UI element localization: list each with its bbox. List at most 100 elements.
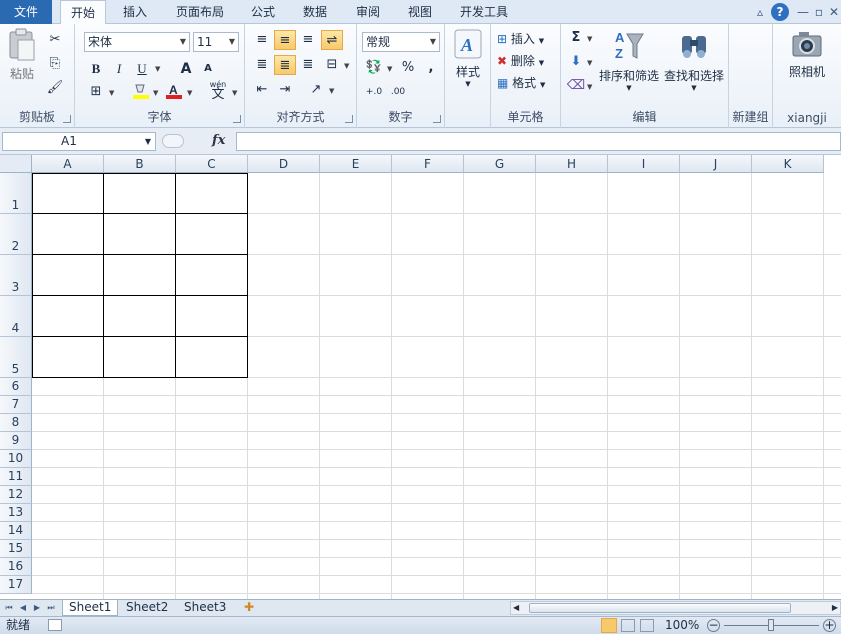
tab-data[interactable]: 数据 [295, 0, 335, 24]
row-header-10[interactable]: 10 [0, 450, 32, 468]
insert-sheet-icon[interactable]: ✚ [238, 600, 260, 616]
decrease-indent-icon[interactable]: ⇤ [251, 80, 273, 100]
column-header-a[interactable]: A [32, 155, 104, 173]
merge-center-icon[interactable]: ⊟ [321, 55, 343, 75]
cell-b4[interactable] [104, 296, 176, 337]
insert-function-icon[interactable]: fx [212, 133, 225, 148]
row-header-3[interactable]: 3 [0, 255, 32, 296]
row-header-15[interactable]: 15 [0, 540, 32, 558]
last-sheet-icon[interactable]: ⏭ [45, 602, 57, 614]
row-header-1[interactable]: 1 [0, 173, 32, 214]
copy-icon[interactable]: ⎘ [44, 54, 66, 74]
horizontal-scroll-thumb[interactable] [529, 603, 791, 613]
page-break-view-icon[interactable] [640, 619, 654, 632]
cell-a3[interactable] [32, 255, 104, 296]
borders-icon[interactable]: ⊞ [85, 82, 107, 102]
comma-button[interactable]: , [420, 58, 442, 78]
align-right-icon[interactable]: ≣ [297, 55, 319, 75]
tab-file[interactable]: 文件 [0, 0, 52, 24]
collapse-ribbon-icon[interactable]: ▵ [751, 3, 769, 21]
scroll-left-icon[interactable]: ◀ [513, 602, 519, 614]
row-header-11[interactable]: 11 [0, 468, 32, 486]
align-center-icon[interactable]: ≣ [274, 55, 296, 75]
tab-page-layout[interactable]: 页面布局 [165, 0, 235, 24]
italic-button[interactable]: I [108, 59, 130, 79]
cell-a1[interactable] [32, 173, 104, 214]
number-launcher-icon[interactable] [433, 115, 441, 123]
sort-filter-button[interactable]: A Z 排序和筛选 ▼ [597, 28, 661, 92]
cell-b5[interactable] [104, 337, 176, 378]
camera-button[interactable]: 照相机 [777, 28, 837, 80]
orientation-icon[interactable]: ↗ [305, 80, 327, 100]
close-icon[interactable]: ✕ [825, 3, 841, 21]
row-header-5[interactable]: 5 [0, 337, 32, 378]
next-sheet-icon[interactable]: ▶ [31, 602, 43, 614]
sheet-tab-sheet1[interactable]: Sheet1 [62, 600, 119, 616]
underline-button[interactable]: U [131, 59, 153, 79]
formula-splitter-handle[interactable] [162, 134, 184, 148]
currency-icon[interactable]: 💱 [363, 58, 385, 78]
name-box[interactable]: A1 ▼ [2, 132, 156, 151]
tab-home[interactable]: 开始 [60, 0, 106, 25]
tab-developer[interactable]: 开发工具 [450, 0, 518, 24]
tab-insert[interactable]: 插入 [112, 0, 158, 24]
tab-view[interactable]: 视图 [400, 0, 440, 24]
row-header-6[interactable]: 6 [0, 378, 32, 396]
row-header-12[interactable]: 12 [0, 486, 32, 504]
format-cells-button[interactable]: ▦ 格式 ▼ [497, 74, 545, 91]
column-header-k[interactable]: K [752, 155, 824, 173]
tab-formulas[interactable]: 公式 [243, 0, 283, 24]
column-header-i[interactable]: I [608, 155, 680, 173]
row-header-13[interactable]: 13 [0, 504, 32, 522]
row-header-7[interactable]: 7 [0, 396, 32, 414]
phonetic-guide-button[interactable]: wén 文 [205, 80, 231, 101]
help-icon[interactable]: ? [771, 3, 789, 21]
select-all-corner[interactable] [0, 155, 32, 173]
font-launcher-icon[interactable] [233, 115, 241, 123]
cell-c2[interactable] [176, 214, 248, 255]
macro-record-icon[interactable] [48, 619, 62, 631]
sheet-tab-sheet3[interactable]: Sheet3 [178, 600, 232, 616]
font-name-dropdown[interactable]: 宋体 ▼ [84, 32, 190, 52]
font-size-dropdown[interactable]: 11 ▼ [193, 32, 239, 52]
column-header-c[interactable]: C [176, 155, 248, 173]
align-middle-icon[interactable]: ≡ [274, 30, 296, 50]
align-top-icon[interactable]: ≡ [251, 30, 273, 50]
prev-sheet-icon[interactable]: ◀ [17, 602, 29, 614]
first-sheet-icon[interactable]: ⏮ [3, 602, 15, 614]
normal-view-icon[interactable] [601, 618, 617, 633]
cell-b1[interactable] [104, 173, 176, 214]
fill-color-icon[interactable] [130, 82, 152, 102]
alignment-launcher-icon[interactable] [345, 115, 353, 123]
styles-button[interactable]: A 样式 ▼ [449, 28, 487, 96]
cell-b3[interactable] [104, 255, 176, 296]
zoom-slider-thumb[interactable] [768, 619, 774, 631]
shrink-font-button[interactable]: A [197, 59, 219, 79]
bold-button[interactable]: B [85, 59, 107, 79]
column-header-h[interactable]: H [536, 155, 608, 173]
paste-button[interactable]: 粘贴 [4, 28, 40, 88]
format-painter-icon[interactable]: 🖌 [44, 78, 66, 98]
row-header-16[interactable]: 16 [0, 558, 32, 576]
increase-decimal-icon[interactable]: +.0 [363, 82, 385, 102]
cut-icon[interactable]: ✂ [44, 30, 66, 50]
page-layout-view-icon[interactable] [621, 619, 635, 632]
wrap-text-icon[interactable]: ⇌ [321, 30, 343, 50]
clipboard-launcher-icon[interactable] [63, 115, 71, 123]
fill-icon[interactable]: ⬇ [565, 52, 587, 72]
find-select-button[interactable]: 查找和选择 ▼ [662, 28, 726, 92]
increase-indent-icon[interactable]: ⇥ [274, 80, 296, 100]
column-header-g[interactable]: G [464, 155, 536, 173]
tab-review[interactable]: 审阅 [348, 0, 388, 24]
decrease-decimal-icon[interactable]: .00 [387, 82, 409, 102]
delete-cells-button[interactable]: ✖ 删除 ▼ [497, 52, 544, 69]
scroll-right-icon[interactable]: ▶ [832, 602, 838, 614]
horizontal-scrollbar[interactable]: ◀ ▶ [510, 601, 841, 615]
zoom-level[interactable]: 100% [665, 617, 699, 634]
zoom-out-icon[interactable]: − [707, 619, 720, 632]
column-header-f[interactable]: F [392, 155, 464, 173]
row-header-4[interactable]: 4 [0, 296, 32, 337]
cell-a2[interactable] [32, 214, 104, 255]
align-left-icon[interactable]: ≣ [251, 55, 273, 75]
row-header-2[interactable]: 2 [0, 214, 32, 255]
